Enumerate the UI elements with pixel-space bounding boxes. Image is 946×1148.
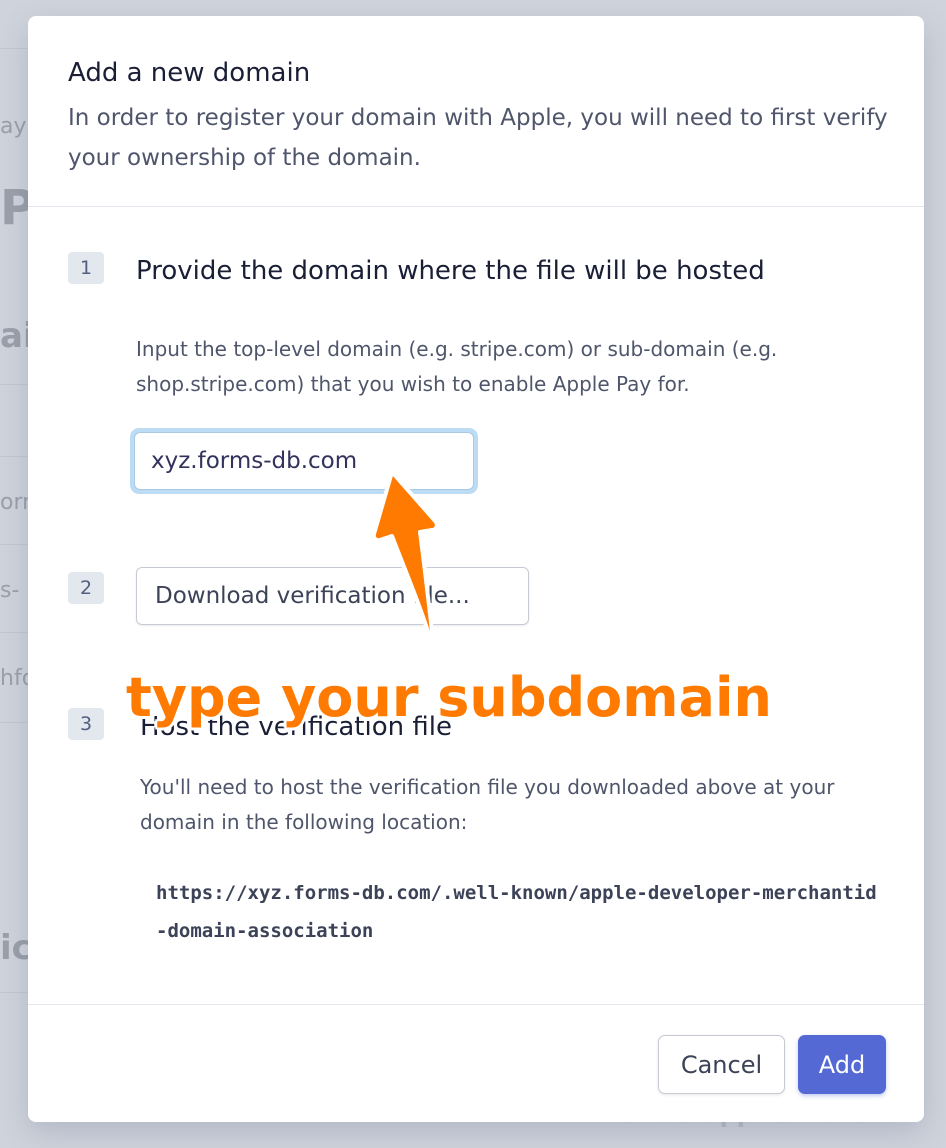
background-divider (0, 992, 28, 993)
step-1-title: Provide the domain where the file will b… (136, 256, 765, 286)
background-divider (0, 456, 28, 457)
domain-input-focus-ring (130, 428, 478, 494)
annotation-label: type your subdomain (126, 666, 772, 729)
step-1-description: Input the top-level domain (e.g. stripe.… (136, 337, 778, 396)
background-divider (0, 722, 28, 723)
add-domain-modal: Add a new domain In order to register yo… (28, 16, 924, 1122)
step-3-description: You'll need to host the verification fil… (140, 775, 835, 834)
background-text: ay (0, 114, 27, 139)
background-divider (0, 632, 28, 633)
modal-header: Add a new domain In order to register yo… (28, 16, 924, 207)
background-text: orn (0, 490, 28, 515)
download-verification-file-button[interactable]: Download verification file... (136, 567, 529, 625)
verification-file-path: https://xyz.forms-db.com/.well-known/app… (156, 882, 877, 942)
modal-title: Add a new domain (68, 58, 311, 88)
background-divider (0, 48, 28, 49)
step-3-number: 3 (68, 708, 104, 740)
background-text: s- (0, 578, 20, 603)
background-heading: ai (0, 316, 28, 356)
step-2-number: 2 (68, 572, 104, 604)
background-heading: Pa (0, 180, 28, 236)
cancel-button[interactable]: Cancel (658, 1035, 785, 1094)
background-text: hfo (0, 666, 28, 691)
add-button[interactable]: Add (798, 1035, 886, 1094)
domain-input[interactable] (134, 432, 474, 490)
modal-footer: Cancel Add (28, 1004, 924, 1122)
background-divider (0, 544, 28, 545)
background-heading: ica (0, 928, 28, 968)
background-divider (0, 384, 28, 385)
modal-subtitle: In order to register your domain with Ap… (68, 105, 888, 171)
step-1-number: 1 (68, 252, 104, 284)
